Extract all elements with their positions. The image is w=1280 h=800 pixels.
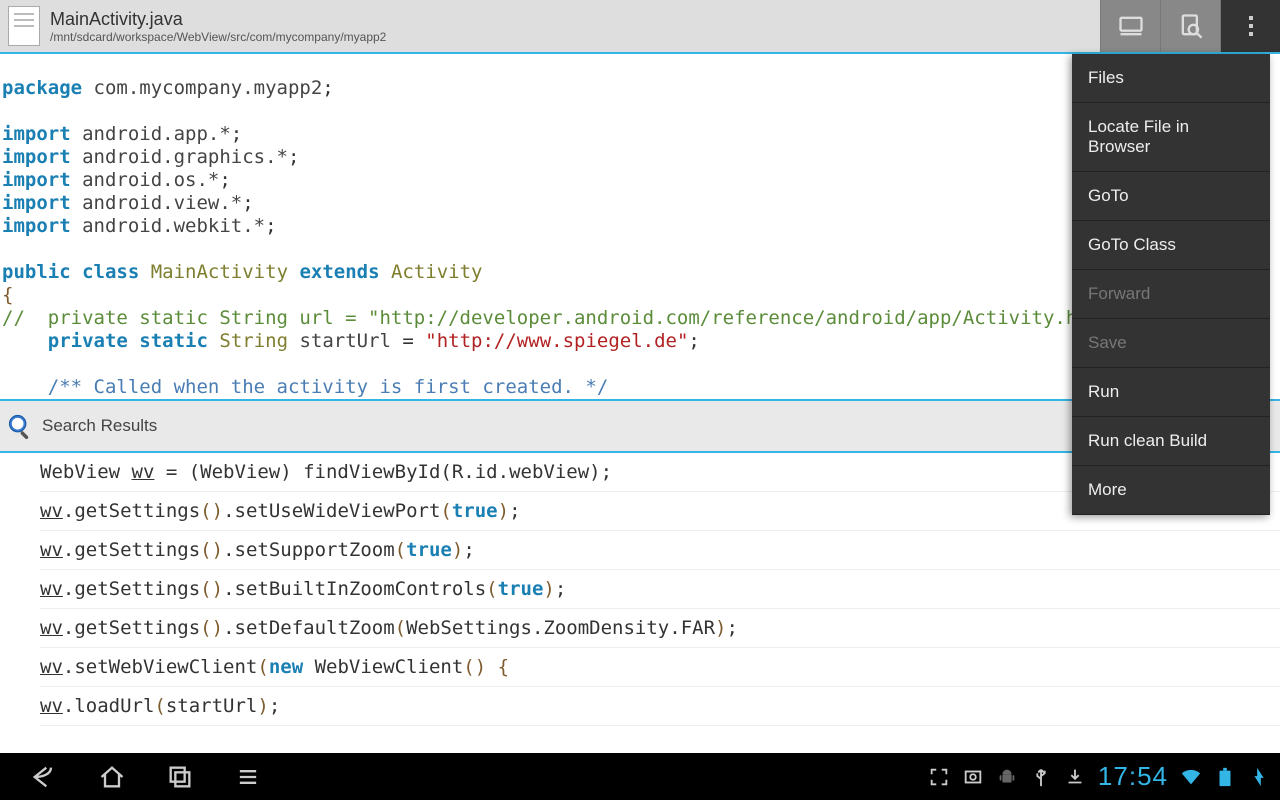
file-icon xyxy=(8,6,40,46)
semi: ; xyxy=(288,146,299,168)
kw-class: class xyxy=(82,261,139,283)
semi: ; xyxy=(231,123,242,145)
super-name: Activity xyxy=(380,261,483,283)
result-row[interactable]: wv.getSettings().setBuiltInZoomControls(… xyxy=(40,570,1280,609)
url-value: "http://www.spiegel.de" xyxy=(414,330,689,352)
file-path: /mnt/sdcard/workspace/WebView/src/com/my… xyxy=(50,30,386,44)
comment-url: // private static String url = "http://d… xyxy=(2,307,1112,329)
kw-import: import xyxy=(2,123,71,145)
result-row[interactable]: wv.getSettings().setSupportZoom(true); xyxy=(40,531,1280,570)
back-icon[interactable] xyxy=(30,763,58,791)
file-name: MainActivity.java xyxy=(50,9,386,30)
recent-apps-icon[interactable] xyxy=(166,763,194,791)
menu-files[interactable]: Files xyxy=(1072,54,1270,103)
search-file-button[interactable] xyxy=(1160,0,1220,52)
menu-locate-file[interactable]: Locate File in Browser xyxy=(1072,103,1270,172)
menu-goto-class[interactable]: GoTo Class xyxy=(1072,221,1270,270)
result-row[interactable]: wv.getSettings().setDefaultZoom(WebSetti… xyxy=(40,609,1280,648)
import-0: android.app.* xyxy=(71,123,231,145)
pkg-name: com.mycompany.myapp2 xyxy=(82,77,322,99)
search-icon xyxy=(6,412,34,440)
action-tabs xyxy=(1100,0,1280,52)
overflow-menu-button[interactable] xyxy=(1220,0,1280,52)
type-string: String xyxy=(208,330,300,352)
import-1: android.graphics.* xyxy=(71,146,288,168)
kw-import: import xyxy=(2,169,71,191)
kw-public: public xyxy=(2,261,71,283)
kw-import: import xyxy=(2,146,71,168)
kw-extends: extends xyxy=(299,261,379,283)
charging-icon xyxy=(1248,766,1270,788)
semi: ; xyxy=(219,169,230,191)
result-row[interactable]: wv.loadUrl(startUrl); xyxy=(40,687,1280,726)
status-clock: 17:54 xyxy=(1098,761,1168,792)
menu-save: Save xyxy=(1072,319,1270,368)
screenshot-icon[interactable] xyxy=(962,766,984,788)
semi: ; xyxy=(322,77,333,99)
menu-run-clean-build[interactable]: Run clean Build xyxy=(1072,417,1270,466)
class-name: MainActivity xyxy=(139,261,299,283)
var-starturl: startUrl xyxy=(299,330,402,352)
menu-more[interactable]: More xyxy=(1072,466,1270,515)
import-4: android.webkit.* xyxy=(71,215,265,237)
fullscreen-icon[interactable] xyxy=(928,766,950,788)
kw-import: import xyxy=(2,192,71,214)
indent xyxy=(2,330,48,352)
home-icon[interactable] xyxy=(98,763,126,791)
search-results-label: Search Results xyxy=(42,416,157,436)
battery-icon xyxy=(1214,766,1236,788)
menu-goto[interactable]: GoTo xyxy=(1072,172,1270,221)
kw-import: import xyxy=(2,215,71,237)
file-title-area[interactable]: MainActivity.java /mnt/sdcard/workspace/… xyxy=(50,9,386,44)
android-icon[interactable] xyxy=(996,766,1018,788)
kw-private: private xyxy=(48,330,128,352)
result-row[interactable]: wv.setWebViewClient(new WebViewClient() … xyxy=(40,648,1280,687)
menu-lines-icon[interactable] xyxy=(234,763,262,791)
kw-package: package xyxy=(2,77,82,99)
menu-forward: Forward xyxy=(1072,270,1270,319)
semi: ; xyxy=(688,330,699,352)
wifi-icon xyxy=(1180,766,1202,788)
brace: { xyxy=(2,284,13,306)
overflow-menu: Files Locate File in Browser GoTo GoTo C… xyxy=(1072,54,1270,515)
eq: = xyxy=(402,330,413,352)
import-2: android.os.* xyxy=(71,169,220,191)
title-bar: MainActivity.java /mnt/sdcard/workspace/… xyxy=(0,0,1280,54)
usb-icon[interactable] xyxy=(1030,766,1052,788)
import-3: android.view.* xyxy=(71,192,243,214)
android-nav-bar: 17:54 xyxy=(0,753,1280,800)
semi: ; xyxy=(265,215,276,237)
download-icon[interactable] xyxy=(1064,766,1086,788)
semi: ; xyxy=(242,192,253,214)
menu-run[interactable]: Run xyxy=(1072,368,1270,417)
kw-static: static xyxy=(139,330,208,352)
javadoc: /** Called when the activity is first cr… xyxy=(2,376,608,398)
device-button[interactable] xyxy=(1100,0,1160,52)
